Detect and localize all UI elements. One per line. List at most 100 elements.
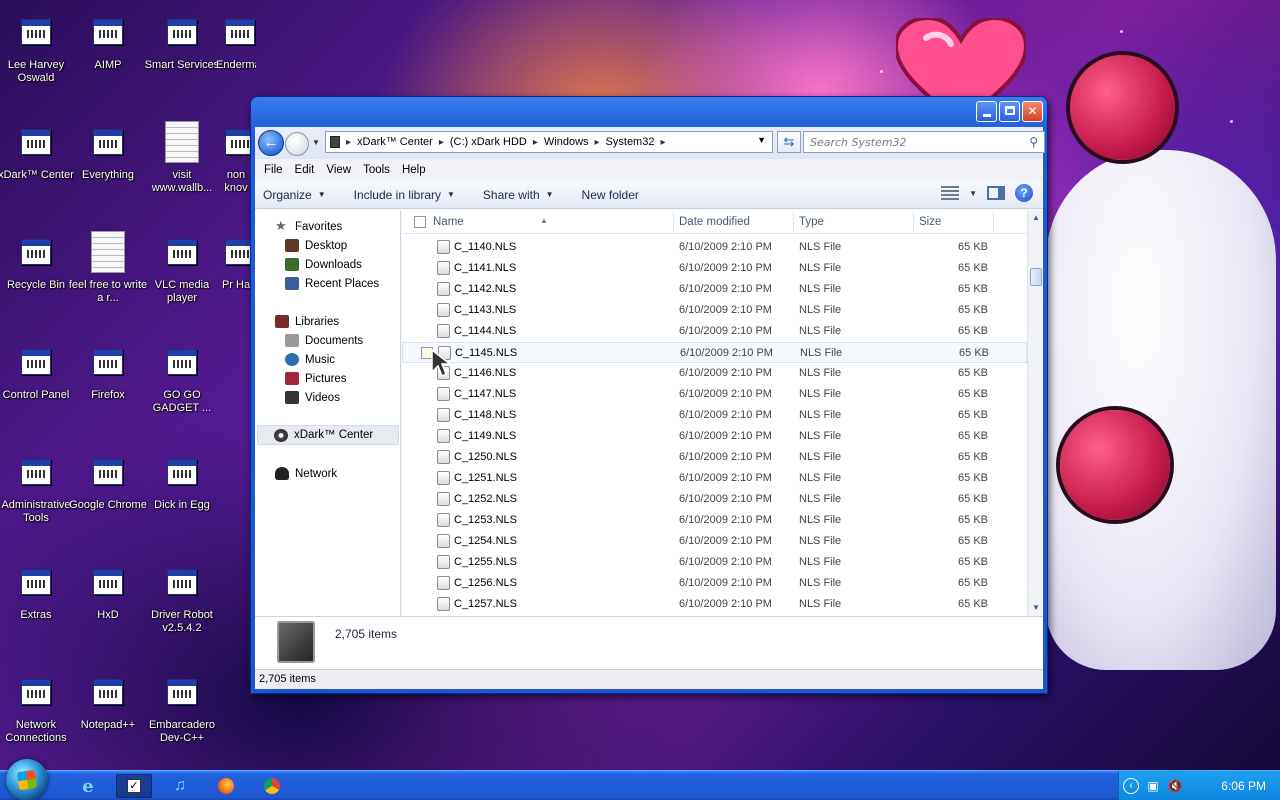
column-type[interactable]: Type (799, 216, 824, 228)
file-row[interactable]: C_1141.NLS 6/10/2009 2:10 PM NLS File 65 KB (402, 258, 1027, 279)
menu-help[interactable]: Help (399, 164, 435, 176)
column-date-modified[interactable]: Date modified (679, 216, 750, 228)
nav-music[interactable]: Music (285, 353, 335, 366)
close-button[interactable]: ✕ (1022, 101, 1043, 122)
menu-file[interactable]: File (261, 164, 292, 176)
maximize-button[interactable] (999, 101, 1020, 122)
taskbar-firefox[interactable] (208, 774, 244, 798)
search-input[interactable]: Search System32 ⚲ (803, 131, 1045, 153)
desktop-icon[interactable]: Network Connections (0, 668, 76, 745)
nav-computer[interactable]: xDark™ Center (257, 425, 399, 445)
start-button[interactable] (6, 759, 48, 800)
breadcrumb-separator-icon[interactable]: ▸ (531, 137, 540, 148)
file-row[interactable]: C_1253.NLS 6/10/2009 2:10 PM NLS File 65 KB (402, 510, 1027, 531)
nav-libraries[interactable]: Libraries (275, 315, 339, 328)
address-dropdown-icon[interactable]: ▼ (757, 135, 766, 145)
desktop-icon[interactable]: Everything (68, 118, 148, 182)
clock[interactable]: 6:06 PM (1221, 779, 1266, 793)
desktop-icon[interactable]: Administrative Tools (0, 448, 76, 525)
desktop-icon[interactable]: visit www.wallb... (142, 118, 222, 195)
column-name[interactable]: Name (433, 216, 464, 228)
breadcrumb-separator-icon[interactable]: ▸ (593, 137, 602, 148)
new-folder-button[interactable]: New folder (582, 188, 639, 202)
nav-recent-places[interactable]: Recent Places (285, 277, 379, 290)
back-button[interactable]: ← (258, 130, 284, 156)
scroll-thumb[interactable] (1030, 268, 1042, 286)
nav-desktop[interactable]: Desktop (285, 239, 347, 252)
select-all-checkbox[interactable] (414, 216, 426, 228)
forward-button[interactable] (285, 132, 309, 156)
file-row[interactable]: C_1143.NLS 6/10/2009 2:10 PM NLS File 65 KB (402, 300, 1027, 321)
menu-view[interactable]: View (323, 164, 360, 176)
taskbar-explorer[interactable]: ✓ (116, 774, 152, 798)
column-size[interactable]: Size (919, 216, 941, 228)
file-row[interactable]: C_1255.NLS 6/10/2009 2:10 PM NLS File 65 KB (402, 552, 1027, 573)
desktop-icon[interactable]: Driver Robot v2.5.4.2 (142, 558, 222, 635)
breadcrumb-system32[interactable]: System32 (602, 136, 659, 148)
breadcrumb-separator-icon[interactable]: ▸ (658, 137, 667, 148)
desktop-icon[interactable]: HxD (68, 558, 148, 622)
desktop-icon[interactable]: Smart Services (142, 8, 222, 72)
desktop-icon[interactable]: Dick in Egg (142, 448, 222, 512)
nav-network[interactable]: Network (275, 467, 337, 480)
column-divider[interactable] (673, 212, 674, 232)
scroll-down-icon[interactable]: ▼ (1030, 602, 1042, 614)
file-row[interactable]: C_1257.NLS 6/10/2009 2:10 PM NLS File 65 KB (402, 594, 1027, 615)
change-view-icon[interactable] (941, 186, 960, 200)
address-bar[interactable]: ▸ xDark™ Center ▸ (C:) xDark HDD ▸ Windo… (325, 131, 773, 153)
organize-button[interactable]: Organize ▼ (263, 188, 326, 202)
file-row[interactable]: C_1251.NLS 6/10/2009 2:10 PM NLS File 65 KB (402, 468, 1027, 489)
desktop-icon[interactable]: Firefox (68, 338, 148, 402)
help-icon[interactable]: ? (1015, 184, 1033, 202)
refresh-button[interactable]: ⇆ (777, 131, 801, 153)
desktop-icon[interactable]: GO GO GADGET ... (142, 338, 222, 415)
search-icon[interactable]: ⚲ (1029, 135, 1038, 149)
nav-favorites[interactable]: ★ Favorites (275, 219, 342, 233)
column-divider[interactable] (913, 212, 914, 232)
vertical-scrollbar[interactable]: ▲ ▼ (1027, 210, 1043, 616)
desktop-icon[interactable]: xDark™ Center (0, 118, 76, 182)
network-status-icon[interactable]: ▣ (1145, 778, 1161, 794)
file-row[interactable]: C_1254.NLS 6/10/2009 2:10 PM NLS File 65 KB (402, 531, 1027, 552)
taskbar-internet-explorer[interactable]: e (70, 774, 106, 798)
taskbar-chrome[interactable] (254, 774, 290, 798)
volume-muted-icon[interactable]: 🔇 (1167, 778, 1183, 794)
desktop-icon[interactable]: Recycle Bin (0, 228, 76, 292)
minimize-button[interactable] (976, 101, 997, 122)
desktop-icon[interactable]: Control Panel (0, 338, 76, 402)
file-row[interactable]: C_1149.NLS 6/10/2009 2:10 PM NLS File 65 KB (402, 426, 1027, 447)
nav-downloads[interactable]: Downloads (285, 258, 362, 271)
file-row[interactable]: C_1252.NLS 6/10/2009 2:10 PM NLS File 65 KB (402, 489, 1027, 510)
menu-edit[interactable]: Edit (292, 164, 324, 176)
taskbar-media-player[interactable]: ♫ (162, 774, 198, 798)
column-divider[interactable] (793, 212, 794, 232)
desktop-icon[interactable]: Google Chrome (68, 448, 148, 512)
window-titlebar[interactable]: ✕ (251, 97, 1047, 127)
file-row[interactable]: C_1144.NLS 6/10/2009 2:10 PM NLS File 65 KB (402, 321, 1027, 342)
preview-pane-icon[interactable] (987, 186, 1005, 200)
desktop-icon[interactable]: VLC media player (142, 228, 222, 305)
desktop-icon[interactable]: Notepad++ (68, 668, 148, 732)
file-row[interactable]: C_1146.NLS 6/10/2009 2:10 PM NLS File 65 KB (402, 363, 1027, 384)
column-divider[interactable] (993, 212, 994, 232)
breadcrumb-separator-icon[interactable]: ▸ (437, 137, 446, 148)
desktop-icon[interactable]: Embarcadero Dev-C++ (142, 668, 222, 745)
desktop-icon[interactable]: feel free to write a r... (68, 228, 148, 305)
breadcrumb-c-drive[interactable]: (C:) xDark HDD (446, 136, 531, 148)
desktop-icon[interactable]: Extras (0, 558, 76, 622)
include-in-library-button[interactable]: Include in library ▼ (354, 188, 455, 202)
menu-tools[interactable]: Tools (360, 164, 399, 176)
scroll-up-icon[interactable]: ▲ (1030, 212, 1042, 224)
breadcrumb-xdark-center[interactable]: xDark™ Center (353, 136, 437, 148)
file-row[interactable]: C_1250.NLS 6/10/2009 2:10 PM NLS File 65 KB (402, 447, 1027, 468)
desktop-icon[interactable]: Endermanc... (216, 8, 256, 72)
file-row[interactable]: C_1145.NLS 6/10/2009 2:10 PM NLS File 65 KB (402, 342, 1027, 363)
nav-pictures[interactable]: Pictures (285, 372, 347, 385)
file-row[interactable]: C_1140.NLS 6/10/2009 2:10 PM NLS File 65 KB (402, 237, 1027, 258)
share-with-button[interactable]: Share with ▼ (483, 188, 554, 202)
file-row[interactable]: C_1148.NLS 6/10/2009 2:10 PM NLS File 65 KB (402, 405, 1027, 426)
desktop-icon[interactable]: Lee Harvey Oswald (0, 8, 76, 85)
recent-pages-dropdown[interactable]: ▼ (312, 138, 320, 147)
desktop-icon[interactable]: AIMP (68, 8, 148, 72)
chevron-down-icon[interactable]: ▼ (969, 189, 977, 198)
